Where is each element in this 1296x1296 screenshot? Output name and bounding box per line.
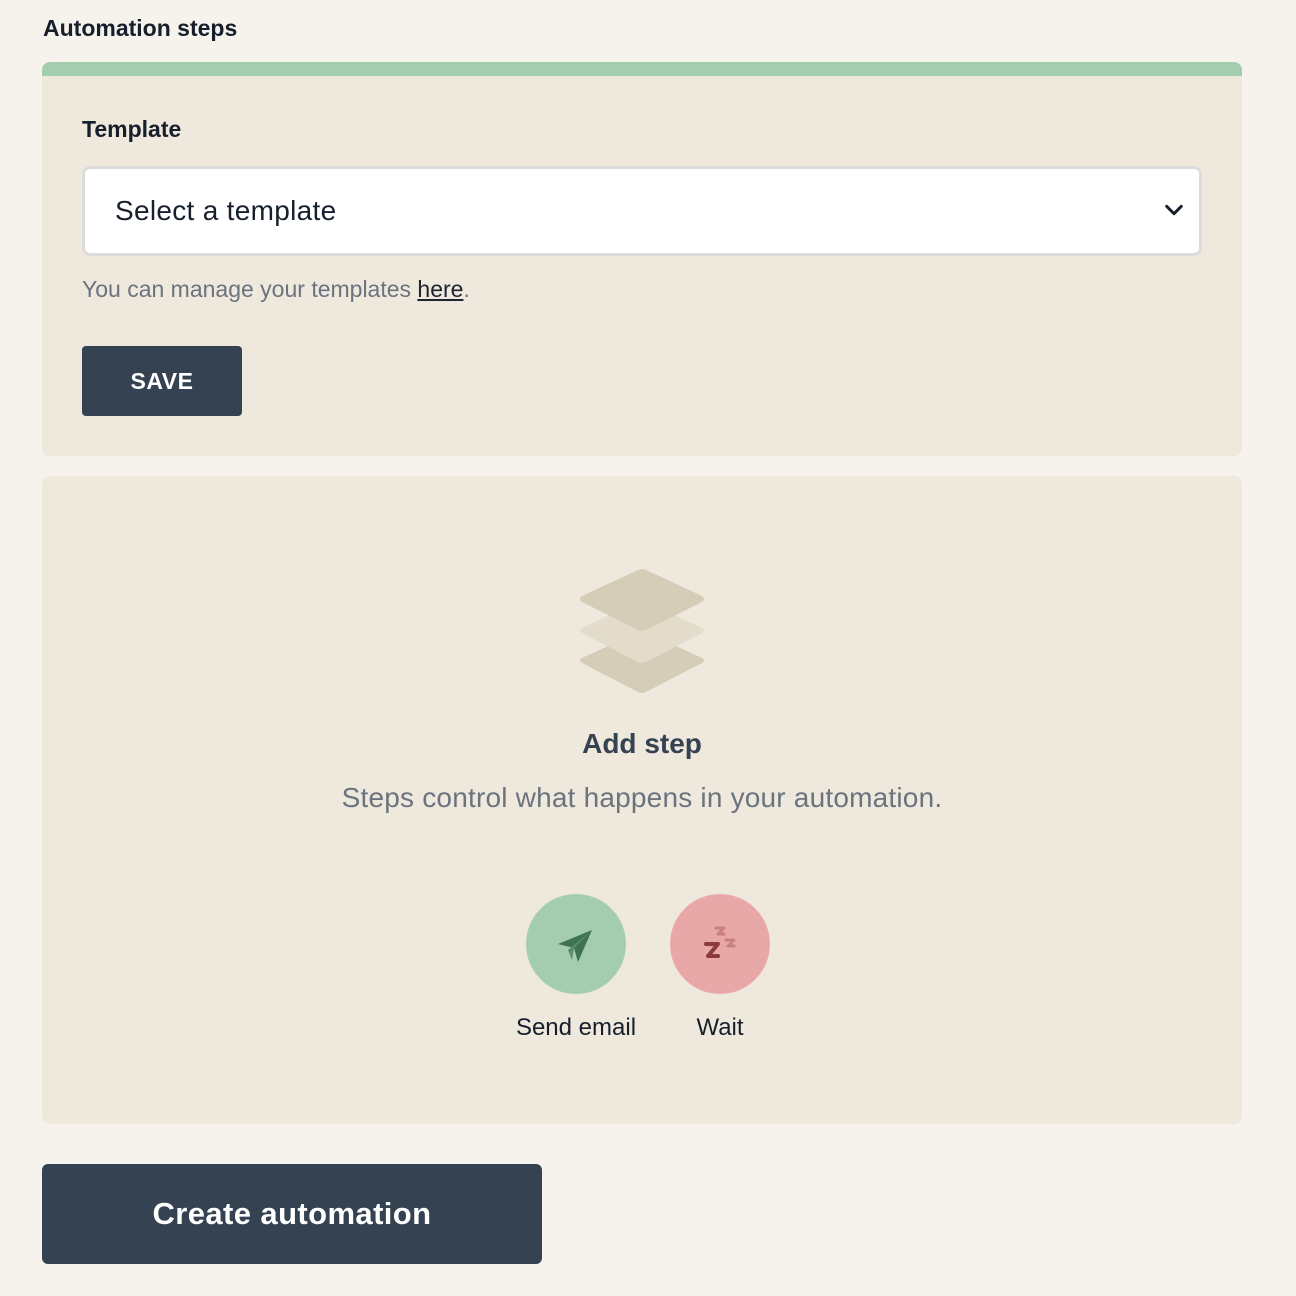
add-step-description: Steps control what happens in your autom… [341, 782, 943, 813]
card-accent-bar [42, 62, 1242, 76]
save-button[interactable]: SAVE [82, 346, 242, 416]
template-select[interactable]: Select a template [82, 166, 1202, 256]
template-select-value: Select a template [115, 195, 337, 226]
wait-option[interactable]: Wait [645, 894, 795, 1042]
paper-plane-icon [558, 930, 592, 962]
layers-icon [580, 569, 704, 693]
wait-circle[interactable] [670, 894, 770, 994]
send-email-option[interactable]: Send email [501, 894, 651, 1042]
add-step-title: Add step [582, 728, 702, 759]
section-title: Automation steps [43, 15, 238, 41]
send-email-circle[interactable] [526, 894, 626, 994]
template-field-label: Template [82, 116, 182, 142]
sleep-zzz-icon [704, 926, 736, 958]
help-text-suffix: . [463, 276, 470, 302]
template-help-text: You can manage your templates here. [82, 276, 470, 303]
add-step-card: Add step Steps control what happens in y… [42, 476, 1242, 1124]
chevron-down-icon [1165, 204, 1183, 216]
template-step-card: Template Select a template You can manag… [42, 62, 1242, 456]
wait-label: Wait [696, 1014, 744, 1041]
create-automation-button[interactable]: Create automation [42, 1164, 542, 1264]
help-text-prefix: You can manage your templates [82, 276, 418, 302]
send-email-label: Send email [515, 1014, 637, 1041]
manage-templates-link[interactable]: here [417, 276, 463, 302]
